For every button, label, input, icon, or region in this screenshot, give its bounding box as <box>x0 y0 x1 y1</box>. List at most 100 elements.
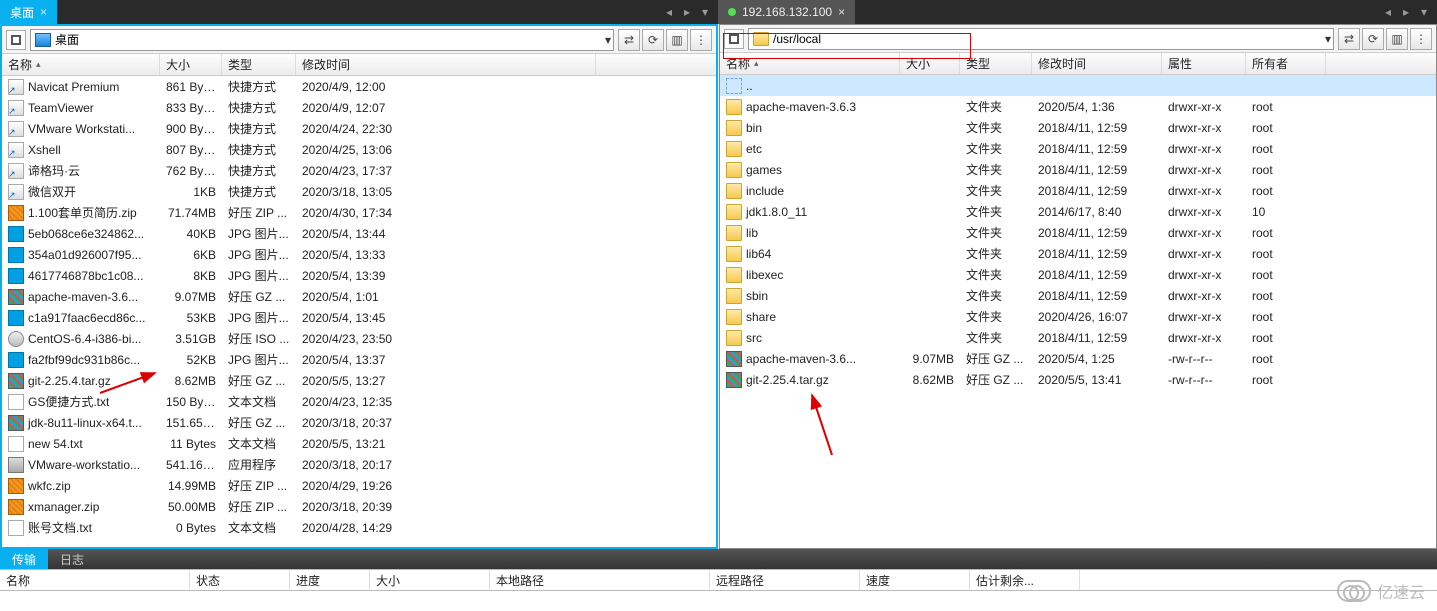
file-row[interactable]: 4617746878bc1c08...8KBJPG 图片...2020/5/4,… <box>2 265 716 286</box>
cell-name: TeamViewer <box>2 100 160 116</box>
file-row[interactable]: GS便捷方式.txt150 Bytes文本文档2020/4/23, 12:35 <box>2 391 716 412</box>
transfer-header-localpath[interactable]: 本地路径 <box>490 570 710 590</box>
file-row[interactable]: share文件夹2020/4/26, 16:07drwxr-xr-xroot <box>720 306 1436 327</box>
file-row[interactable]: apache-maven-3.6...9.07MB好压 GZ ...2020/5… <box>720 348 1436 369</box>
tab-next-icon[interactable]: ▸ <box>680 5 694 19</box>
file-row[interactable]: xmanager.zip50.00MB好压 ZIP ...2020/3/18, … <box>2 496 716 517</box>
cell-mtime: 2020/4/24, 22:30 <box>296 122 596 136</box>
tab-transfer[interactable]: 传输 <box>0 549 48 569</box>
tab-menu-icon[interactable]: ▾ <box>698 5 712 19</box>
transfer-header-remotepath[interactable]: 远程路径 <box>710 570 860 590</box>
cell-mtime: 2020/5/4, 1:01 <box>296 290 596 304</box>
file-row[interactable]: fa2fbf99dc931b86c...52KBJPG 图片...2020/5/… <box>2 349 716 370</box>
file-row[interactable]: sbin文件夹2018/4/11, 12:59drwxr-xr-xroot <box>720 285 1436 306</box>
file-name: 4617746878bc1c08... <box>28 269 143 283</box>
file-row[interactable]: 微信双开1KB快捷方式2020/3/18, 13:05 <box>2 181 716 202</box>
transfer-header-status[interactable]: 状态 <box>190 570 290 590</box>
file-row[interactable]: apache-maven-3.6...9.07MB好压 GZ ...2020/5… <box>2 286 716 307</box>
transfer-button[interactable]: ⇄ <box>618 29 640 51</box>
file-name: etc <box>746 142 762 156</box>
transfer-header-name[interactable]: 名称 <box>0 570 190 590</box>
file-row[interactable]: src文件夹2018/4/11, 12:59drwxr-xr-xroot <box>720 327 1436 348</box>
file-row[interactable]: 谛格玛·云762 Bytes快捷方式2020/4/23, 17:37 <box>2 160 716 181</box>
refresh-button[interactable]: ⟳ <box>642 29 664 51</box>
tab-log[interactable]: 日志 <box>48 549 96 569</box>
transfer-header-speed[interactable]: 速度 <box>860 570 970 590</box>
column-header-type[interactable]: 类型 <box>960 53 1032 74</box>
zip-icon <box>8 478 24 494</box>
transfer-header-progress[interactable]: 进度 <box>290 570 370 590</box>
file-row[interactable]: jdk1.8.0_11文件夹2014/6/17, 8:40drwxr-xr-x1… <box>720 201 1436 222</box>
file-name: include <box>746 184 784 198</box>
file-row[interactable]: Xshell807 Bytes快捷方式2020/4/25, 13:06 <box>2 139 716 160</box>
file-row[interactable]: CentOS-6.4-i386-bi...3.51GB好压 ISO ...202… <box>2 328 716 349</box>
file-row[interactable]: TeamViewer833 Bytes快捷方式2020/4/9, 12:07 <box>2 97 716 118</box>
file-name: Xshell <box>28 143 61 157</box>
local-path-input[interactable]: ▾ <box>30 29 614 51</box>
tab-remote-host[interactable]: 192.168.132.100 × <box>718 0 855 24</box>
remote-path-input[interactable]: ▾ <box>748 28 1334 50</box>
tab-next-icon[interactable]: ▸ <box>1399 5 1413 19</box>
cell-attr: -rw-r--r-- <box>1162 352 1246 366</box>
transfer-header-eta[interactable]: 估计剩余... <box>970 570 1080 590</box>
file-row[interactable]: lib文件夹2018/4/11, 12:59drwxr-xr-xroot <box>720 222 1436 243</box>
cell-mtime: 2020/5/4, 13:37 <box>296 353 596 367</box>
local-file-list[interactable]: Navicat Premium861 Bytes快捷方式2020/4/9, 12… <box>2 76 716 547</box>
chevron-down-icon[interactable]: ▾ <box>605 33 611 47</box>
options-button[interactable]: ⋮ <box>690 29 712 51</box>
path-field[interactable] <box>773 32 1329 46</box>
file-row[interactable]: git-2.25.4.tar.gz8.62MB好压 GZ ...2020/5/5… <box>720 369 1436 390</box>
file-row[interactable]: 5eb068ce6e324862...40KBJPG 图片...2020/5/4… <box>2 223 716 244</box>
view-button[interactable]: ▥ <box>1386 28 1408 50</box>
chevron-down-icon[interactable]: ▾ <box>1325 32 1331 46</box>
view-button[interactable]: ▥ <box>666 29 688 51</box>
file-row[interactable]: wkfc.zip14.99MB好压 ZIP ...2020/4/29, 19:2… <box>2 475 716 496</box>
file-row[interactable]: Navicat Premium861 Bytes快捷方式2020/4/9, 12… <box>2 76 716 97</box>
tab-prev-icon[interactable]: ◂ <box>1381 5 1395 19</box>
cell-mtime: 2020/5/5, 13:41 <box>1032 373 1162 387</box>
cell-mtime: 2020/4/23, 17:37 <box>296 164 596 178</box>
file-row[interactable]: git-2.25.4.tar.gz8.62MB好压 GZ ...2020/5/5… <box>2 370 716 391</box>
tree-toggle-button[interactable] <box>6 30 26 50</box>
tab-prev-icon[interactable]: ◂ <box>662 5 676 19</box>
file-row[interactable]: bin文件夹2018/4/11, 12:59drwxr-xr-xroot <box>720 117 1436 138</box>
tab-local-desktop[interactable]: 桌面 × <box>0 0 57 24</box>
file-row[interactable]: libexec文件夹2018/4/11, 12:59drwxr-xr-xroot <box>720 264 1436 285</box>
tree-toggle-button[interactable] <box>724 29 744 49</box>
file-row[interactable]: lib64文件夹2018/4/11, 12:59drwxr-xr-xroot <box>720 243 1436 264</box>
file-row[interactable]: 354a01d926007f95...6KBJPG 图片...2020/5/4,… <box>2 244 716 265</box>
cell-type: 好压 GZ ... <box>960 350 1032 367</box>
column-header-type[interactable]: 类型 <box>222 54 296 75</box>
file-row[interactable]: jdk-8u11-linux-x64.t...151.65MB好压 GZ ...… <box>2 412 716 433</box>
file-row[interactable]: 账号文档.txt0 Bytes文本文档2020/4/28, 14:29 <box>2 517 716 538</box>
column-header-size[interactable]: 大小 <box>900 53 960 74</box>
column-header-owner[interactable]: 所有者 <box>1246 53 1326 74</box>
column-header-name[interactable]: 名称▴ <box>2 54 160 75</box>
file-row[interactable]: games文件夹2018/4/11, 12:59drwxr-xr-xroot <box>720 159 1436 180</box>
file-row[interactable]: etc文件夹2018/4/11, 12:59drwxr-xr-xroot <box>720 138 1436 159</box>
column-header-attr[interactable]: 属性 <box>1162 53 1246 74</box>
refresh-button[interactable]: ⟳ <box>1362 28 1384 50</box>
file-row[interactable]: apache-maven-3.6.3文件夹2020/5/4, 1:36drwxr… <box>720 96 1436 117</box>
transfer-header-size[interactable]: 大小 <box>370 570 490 590</box>
path-field[interactable] <box>55 33 609 47</box>
file-row[interactable]: VMware Workstati...900 Bytes快捷方式2020/4/2… <box>2 118 716 139</box>
remote-file-list[interactable]: ..apache-maven-3.6.3文件夹2020/5/4, 1:36drw… <box>720 75 1436 548</box>
file-row[interactable]: VMware-workstatio...541.16MB应用程序2020/3/1… <box>2 454 716 475</box>
tab-menu-icon[interactable]: ▾ <box>1417 5 1431 19</box>
file-row[interactable]: .. <box>720 75 1436 96</box>
file-row[interactable]: new 54.txt11 Bytes文本文档2020/5/5, 13:21 <box>2 433 716 454</box>
column-header-mtime[interactable]: 修改时间 <box>1032 53 1162 74</box>
close-icon[interactable]: × <box>40 5 47 19</box>
file-row[interactable]: c1a917faac6ecd86c...53KBJPG 图片...2020/5/… <box>2 307 716 328</box>
file-name: TeamViewer <box>28 101 94 115</box>
column-header-name[interactable]: 名称▴ <box>720 53 900 74</box>
jpg-icon <box>8 226 24 242</box>
column-header-size[interactable]: 大小 <box>160 54 222 75</box>
column-header-mtime[interactable]: 修改时间 <box>296 54 596 75</box>
options-button[interactable]: ⋮ <box>1410 28 1432 50</box>
transfer-button[interactable]: ⇄ <box>1338 28 1360 50</box>
file-row[interactable]: 1.100套单页简历.zip71.74MB好压 ZIP ...2020/4/30… <box>2 202 716 223</box>
file-row[interactable]: include文件夹2018/4/11, 12:59drwxr-xr-xroot <box>720 180 1436 201</box>
close-icon[interactable]: × <box>838 5 845 19</box>
